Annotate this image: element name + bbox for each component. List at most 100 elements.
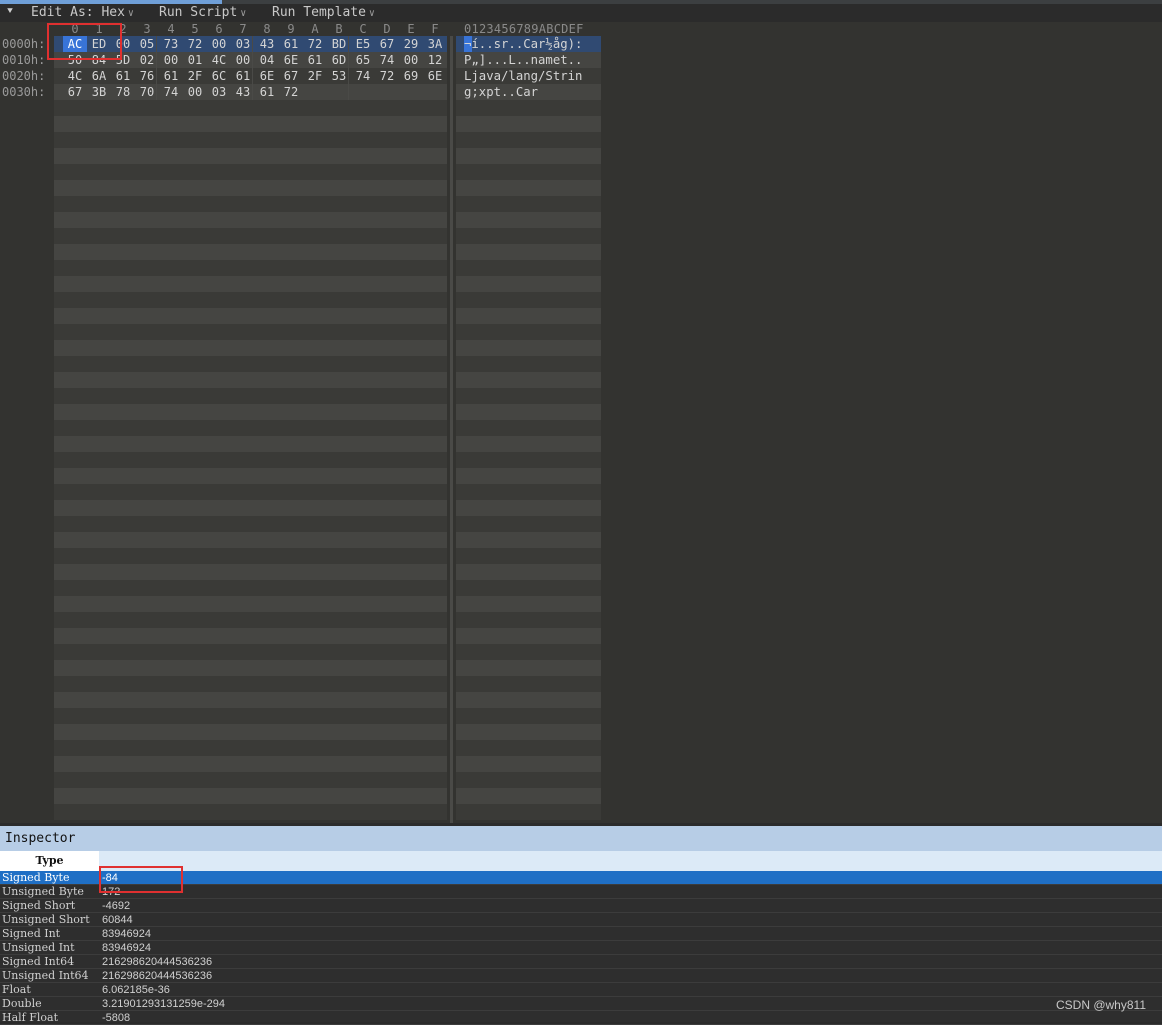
hex-byte[interactable]: 00: [207, 36, 231, 52]
byte-group-separator: [252, 36, 253, 100]
hex-row-background: [54, 132, 447, 148]
run-template-dropdown[interactable]: Run Template ∨: [272, 5, 375, 20]
inspector-value[interactable]: -5808: [102, 1011, 130, 1025]
hex-byte[interactable]: 61: [111, 68, 135, 84]
hex-byte[interactable]: 69: [399, 68, 423, 84]
hex-byte[interactable]: 67: [375, 36, 399, 52]
hex-byte[interactable]: 4C: [207, 52, 231, 68]
annotation-box-inspector-value: [99, 866, 183, 893]
ascii-text[interactable]: ¬í..sr..Car½åg):: [464, 36, 582, 52]
inspector-value[interactable]: 83946924: [102, 941, 151, 955]
offset-gutter: 0000h: 0010h: 0020h: 0030h:: [0, 36, 52, 823]
ascii-row-background: [456, 596, 601, 612]
inspector-row[interactable]: Signed Int64 216298620444536236: [0, 955, 1162, 969]
hex-pane[interactable]: AC ED 00 05 73 72 00 03 43 61 72 BD E5 67 29 3A 50 84 5D 02…: [54, 36, 447, 823]
hex-byte[interactable]: 2F: [303, 68, 327, 84]
inspector-value[interactable]: 3.21901293131259e-294: [102, 997, 225, 1011]
hex-row-background: [54, 228, 447, 244]
inspector-row[interactable]: Double 3.21901293131259e-294: [0, 997, 1162, 1011]
hex-byte[interactable]: 00: [183, 84, 207, 100]
hex-byte[interactable]: 61: [279, 36, 303, 52]
hex-byte[interactable]: 2F: [183, 68, 207, 84]
hex-byte[interactable]: 72: [375, 68, 399, 84]
inspector-row[interactable]: Unsigned Short 60844: [0, 913, 1162, 927]
hex-byte[interactable]: 78: [111, 84, 135, 100]
hex-byte[interactable]: 3A: [423, 36, 447, 52]
hex-byte[interactable]: 73: [159, 36, 183, 52]
hex-byte[interactable]: 3B: [87, 84, 111, 100]
ascii-row-background: [456, 628, 601, 644]
ascii-row-background: [456, 484, 601, 500]
ascii-row-background: [456, 788, 601, 804]
hex-byte[interactable]: 6C: [207, 68, 231, 84]
ascii-text[interactable]: g;xpt..Car: [464, 84, 538, 100]
hex-byte[interactable]: 61: [159, 68, 183, 84]
hex-byte[interactable]: 6E: [423, 68, 447, 84]
inspector-row[interactable]: Signed Int 83946924: [0, 927, 1162, 941]
ascii-text[interactable]: P„]...L..namet..: [464, 52, 582, 68]
ascii-pane[interactable]: ¬í..sr..Car½åg): P„]...L..namet.. Ljava/la…: [456, 36, 601, 823]
hex-byte[interactable]: E5: [351, 36, 375, 52]
hex-byte[interactable]: 6E: [255, 68, 279, 84]
hex-byte[interactable]: 00: [159, 52, 183, 68]
inspector-value[interactable]: 6.062185e-36: [102, 983, 170, 997]
ascii-row-background: [456, 804, 601, 820]
hex-row-background: [54, 660, 447, 676]
inspector-row[interactable]: Unsigned Int 83946924: [0, 941, 1162, 955]
hex-row-background: [54, 516, 447, 532]
hex-byte[interactable]: 61: [303, 52, 327, 68]
hex-byte[interactable]: 43: [255, 36, 279, 52]
hex-row-background: [54, 340, 447, 356]
hex-row-background: [54, 756, 447, 772]
hex-byte[interactable]: 29: [399, 36, 423, 52]
inspector-type-label: Float: [2, 983, 31, 996]
hex-byte[interactable]: 03: [207, 84, 231, 100]
ascii-row-background: [456, 532, 601, 548]
hex-byte[interactable]: 72: [183, 36, 207, 52]
hex-byte[interactable]: 04: [255, 52, 279, 68]
inspector-value[interactable]: 83946924: [102, 927, 151, 941]
hex-byte[interactable]: 74: [159, 84, 183, 100]
hex-byte[interactable]: 4C: [63, 68, 87, 84]
inspector-value[interactable]: 216298620444536236: [102, 969, 212, 983]
hex-byte[interactable]: 01: [183, 52, 207, 68]
ascii-row-background: [456, 388, 601, 404]
hex-byte[interactable]: 74: [351, 68, 375, 84]
hex-row-background: [54, 500, 447, 516]
run-script-dropdown[interactable]: Run Script ∨: [159, 5, 246, 20]
ascii-row-background: [456, 148, 601, 164]
hex-row-background: [54, 676, 447, 692]
inspector-value[interactable]: 60844: [102, 913, 133, 927]
hex-row-background: [54, 388, 447, 404]
ascii-row-background: [456, 292, 601, 308]
ascii-row-background: [456, 340, 601, 356]
hex-byte[interactable]: 65: [351, 52, 375, 68]
hex-byte[interactable]: 67: [63, 84, 87, 100]
inspector-row[interactable]: Signed Short -4692: [0, 899, 1162, 913]
hex-byte[interactable]: 72: [303, 36, 327, 52]
inspector-value[interactable]: 216298620444536236: [102, 955, 212, 969]
inspector-row[interactable]: Unsigned Int64 216298620444536236: [0, 969, 1162, 983]
hex-row-background: [54, 468, 447, 484]
hex-byte[interactable]: 61: [255, 84, 279, 100]
hex-editor[interactable]: 0123456789ABCDEF 0123456789ABCDEF 0000h:…: [0, 22, 1162, 823]
pane-divider[interactable]: [450, 36, 453, 823]
hex-byte[interactable]: 12: [423, 52, 447, 68]
edit-as-dropdown[interactable]: Edit As: Hex ∨: [31, 5, 134, 20]
hex-byte[interactable]: 00: [399, 52, 423, 68]
hex-byte[interactable]: 67: [279, 68, 303, 84]
inspector-row[interactable]: Half Float -5808: [0, 1011, 1162, 1025]
inspector-row[interactable]: Float 6.062185e-36: [0, 983, 1162, 997]
collapse-toolbar-icon[interactable]: ⯆: [6, 6, 14, 17]
edit-as-label: Edit As: Hex: [31, 5, 125, 20]
inspector-value[interactable]: -4692: [102, 899, 130, 913]
hex-byte[interactable]: 6A: [87, 68, 111, 84]
hex-byte[interactable]: 74: [375, 52, 399, 68]
hex-byte[interactable]: 72: [279, 84, 303, 100]
ascii-text[interactable]: Ljava/lang/Strin: [464, 68, 582, 84]
hex-column-label: B: [335, 22, 343, 36]
type-column-header[interactable]: Type: [0, 851, 99, 871]
inspector-type-label: Signed Int64: [2, 955, 75, 968]
annotation-box-hex-header: [47, 23, 122, 60]
hex-byte[interactable]: 6E: [279, 52, 303, 68]
